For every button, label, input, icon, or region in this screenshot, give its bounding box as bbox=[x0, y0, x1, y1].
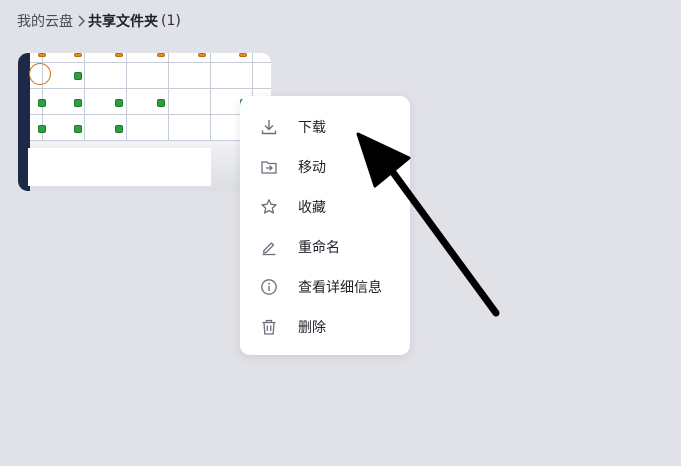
annotation-arrow-icon bbox=[356, 132, 500, 317]
